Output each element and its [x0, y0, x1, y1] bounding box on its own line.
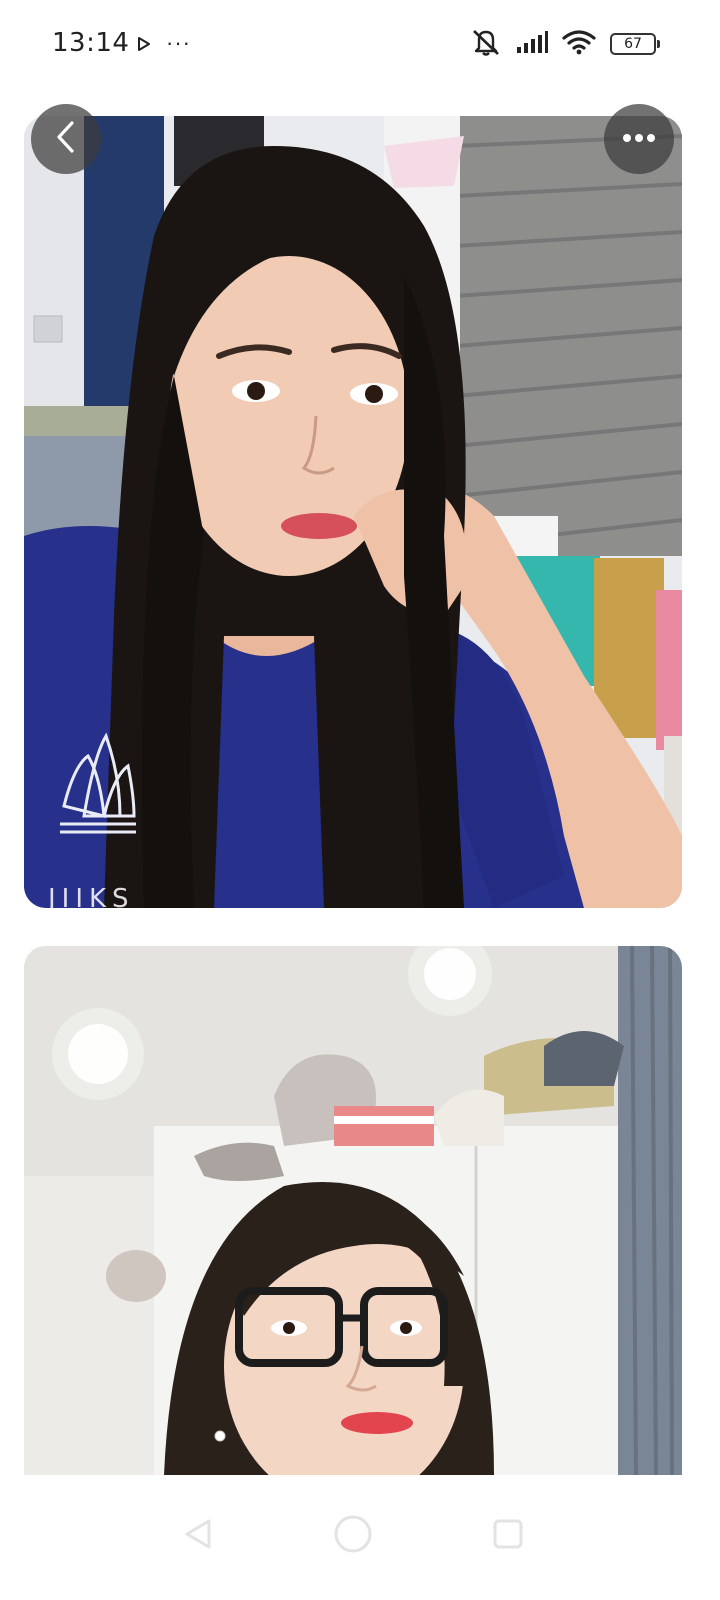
- photo-viewer-screen: 13:14 ··· 67 JIIKS: [0, 0, 720, 1600]
- navigation-bar: [0, 1476, 720, 1600]
- status-bar: 13:14 ··· 67: [0, 0, 720, 90]
- nav-back-icon: [181, 1517, 215, 1556]
- nav-home-button[interactable]: [323, 1506, 383, 1566]
- more-options-button[interactable]: [604, 104, 674, 174]
- wifi-icon: [562, 29, 596, 60]
- nav-recents-button[interactable]: [478, 1506, 538, 1566]
- back-button[interactable]: [31, 104, 101, 174]
- signal-icon: [516, 30, 548, 59]
- nav-back-button[interactable]: [168, 1506, 228, 1566]
- mute-icon: [470, 27, 502, 62]
- photo-1[interactable]: JIIKS: [24, 116, 682, 908]
- photo-1-caption-fragment: JIIKS: [48, 884, 135, 908]
- battery-icon: 67: [610, 33, 660, 55]
- photo-2[interactable]: [24, 946, 682, 1475]
- battery-level: 67: [624, 36, 642, 52]
- nav-recents-icon: [491, 1517, 525, 1556]
- back-arrow-icon: [53, 120, 79, 159]
- nav-home-icon: [332, 1513, 374, 1560]
- play-notification-icon: [137, 37, 151, 56]
- more-notifications-indicator: ···: [166, 30, 191, 55]
- status-time: 13:14: [52, 28, 130, 58]
- more-options-icon: [622, 130, 656, 148]
- status-icons: 67: [470, 27, 660, 62]
